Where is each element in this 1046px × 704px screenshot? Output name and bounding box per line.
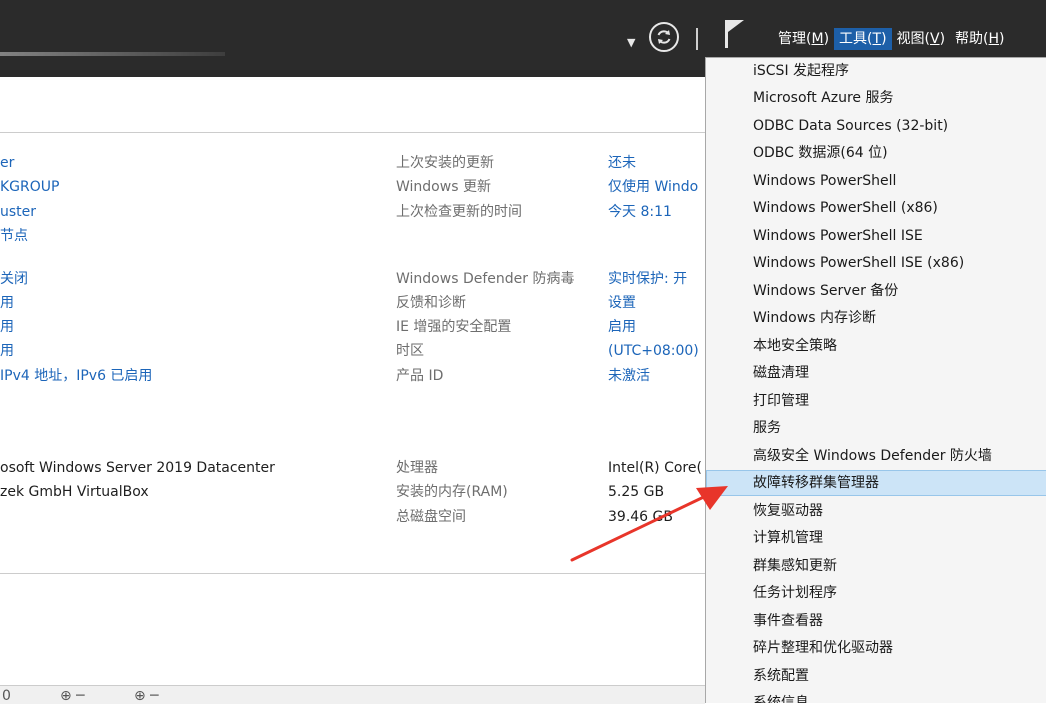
refresh-icon xyxy=(657,30,671,44)
menu-tools[interactable]: 工具(T) xyxy=(834,28,892,50)
computer-name-value[interactable]: er xyxy=(0,153,14,173)
menu-item-powershell[interactable]: Windows PowerShell xyxy=(706,168,1046,194)
feedback-label: 反馈和诊断 xyxy=(396,295,466,311)
menu-item-local-security[interactable]: 本地安全策略 xyxy=(706,333,1046,359)
menu-item-odbc-64[interactable]: ODBC 数据源(64 位) xyxy=(706,140,1046,166)
last-installed-updates-value[interactable]: 还未 xyxy=(608,153,636,173)
defender-label: Windows Defender 防病毒 xyxy=(396,271,575,287)
bottom-toolbar: 0 ⊕ ─ ⊕ ─ xyxy=(0,685,705,704)
menu-item-firewall[interactable]: 高级安全 Windows Defender 防火墙 xyxy=(706,443,1046,469)
menu-item-computer-mgmt[interactable]: 计算机管理 xyxy=(706,525,1046,551)
ie-esc-value[interactable]: 启用 xyxy=(608,317,636,337)
menu-item-services[interactable]: 服务 xyxy=(706,415,1046,441)
section-divider-top xyxy=(0,132,705,133)
menu-item-defrag[interactable]: 碎片整理和优化驱动器 xyxy=(706,635,1046,661)
menu-help[interactable]: 帮助(H) xyxy=(950,28,1009,50)
node-value[interactable]: 节点 xyxy=(0,226,28,246)
ie-esc-label: IE 增强的安全配置 xyxy=(396,319,512,335)
ram-label: 安装的内存(RAM) xyxy=(396,484,508,500)
defender-value[interactable]: 实时保护: 开 xyxy=(608,269,687,289)
annotation-arrow-icon xyxy=(570,486,728,562)
nic-teaming-value[interactable]: 用 xyxy=(0,341,14,361)
menu-item-failover-cluster[interactable]: 故障转移群集管理器 xyxy=(706,470,1046,496)
tools-menu: iSCSI 发起程序 Microsoft Azure 服务 ODBC Data … xyxy=(705,57,1046,703)
title-sheen xyxy=(0,52,225,56)
menu-item-azure[interactable]: Microsoft Azure 服务 xyxy=(706,85,1046,111)
menu-item-system-info[interactable]: 系统信息 xyxy=(706,690,1046,703)
timezone-value[interactable]: (UTC+08:00) xyxy=(608,341,699,361)
ethernet-value[interactable]: IPv4 地址，IPv6 已启用 xyxy=(0,366,152,386)
toolbar-separator xyxy=(696,28,698,50)
processor-value: Intel(R) Core( xyxy=(608,460,702,476)
last-checked-label: 上次检查更新的时间 xyxy=(396,204,522,220)
menu-item-powershell-ise[interactable]: Windows PowerShell ISE xyxy=(706,223,1046,249)
disk-space-label: 总磁盘空间 xyxy=(396,509,466,525)
menu-item-powershell-ise-x86[interactable]: Windows PowerShell ISE (x86) xyxy=(706,250,1046,276)
last-installed-updates-label: 上次安装的更新 xyxy=(396,155,494,171)
menu-manage[interactable]: 管理(M) xyxy=(773,28,834,50)
remote-desktop-value[interactable]: 用 xyxy=(0,317,14,337)
menu-bar: 管理(M) 工具(T) 视图(V) 帮助(H) xyxy=(773,28,1010,50)
menu-item-event-viewer[interactable]: 事件查看器 xyxy=(706,608,1046,634)
bottom-control-2[interactable]: ⊕ ─ xyxy=(60,688,85,704)
last-checked-value[interactable]: 今天 8:11 xyxy=(608,202,672,222)
windows-update-value[interactable]: 仅使用 Windo xyxy=(608,177,698,197)
remote-mgmt-value[interactable]: 用 xyxy=(0,293,14,313)
menu-item-task-scheduler[interactable]: 任务计划程序 xyxy=(706,580,1046,606)
product-id-label: 产品 ID xyxy=(396,368,444,384)
menu-item-memory-diag[interactable]: Windows 内存诊断 xyxy=(706,305,1046,331)
product-id-value[interactable]: 未激活 xyxy=(608,366,650,386)
firewall-value[interactable]: 关闭 xyxy=(0,269,28,289)
menu-item-server-backup[interactable]: Windows Server 备份 xyxy=(706,278,1046,304)
bottom-control-1[interactable]: 0 xyxy=(2,688,11,704)
menu-item-recovery-drive[interactable]: 恢复驱动器 xyxy=(706,498,1046,524)
menu-item-cluster-aware-update[interactable]: 群集感知更新 xyxy=(706,553,1046,579)
menu-view[interactable]: 视图(V) xyxy=(892,28,951,50)
bottom-control-3[interactable]: ⊕ ─ xyxy=(134,688,159,704)
dropdown-caret-icon[interactable]: ▼ xyxy=(627,36,635,49)
timezone-label: 时区 xyxy=(396,343,424,359)
processor-label: 处理器 xyxy=(396,460,438,476)
hardware-info-value: zek GmbH VirtualBox xyxy=(0,484,149,500)
os-version-value: osoft Windows Server 2019 Datacenter xyxy=(0,460,275,476)
cluster-value[interactable]: uster xyxy=(0,202,36,222)
menu-item-system-config[interactable]: 系统配置 xyxy=(706,663,1046,689)
menu-item-iscsi[interactable]: iSCSI 发起程序 xyxy=(706,58,1046,84)
menu-item-print-mgmt[interactable]: 打印管理 xyxy=(706,388,1046,414)
notification-flag-icon[interactable] xyxy=(724,18,746,50)
windows-update-label: Windows 更新 xyxy=(396,179,491,195)
refresh-button[interactable] xyxy=(649,22,679,52)
menu-item-powershell-x86[interactable]: Windows PowerShell (x86) xyxy=(706,195,1046,221)
workgroup-value[interactable]: KGROUP xyxy=(0,177,59,197)
menu-item-disk-cleanup[interactable]: 磁盘清理 xyxy=(706,360,1046,386)
section-divider-bottom xyxy=(0,573,705,574)
menu-item-odbc-32[interactable]: ODBC Data Sources (32-bit) xyxy=(706,113,1046,139)
feedback-value[interactable]: 设置 xyxy=(608,293,636,313)
